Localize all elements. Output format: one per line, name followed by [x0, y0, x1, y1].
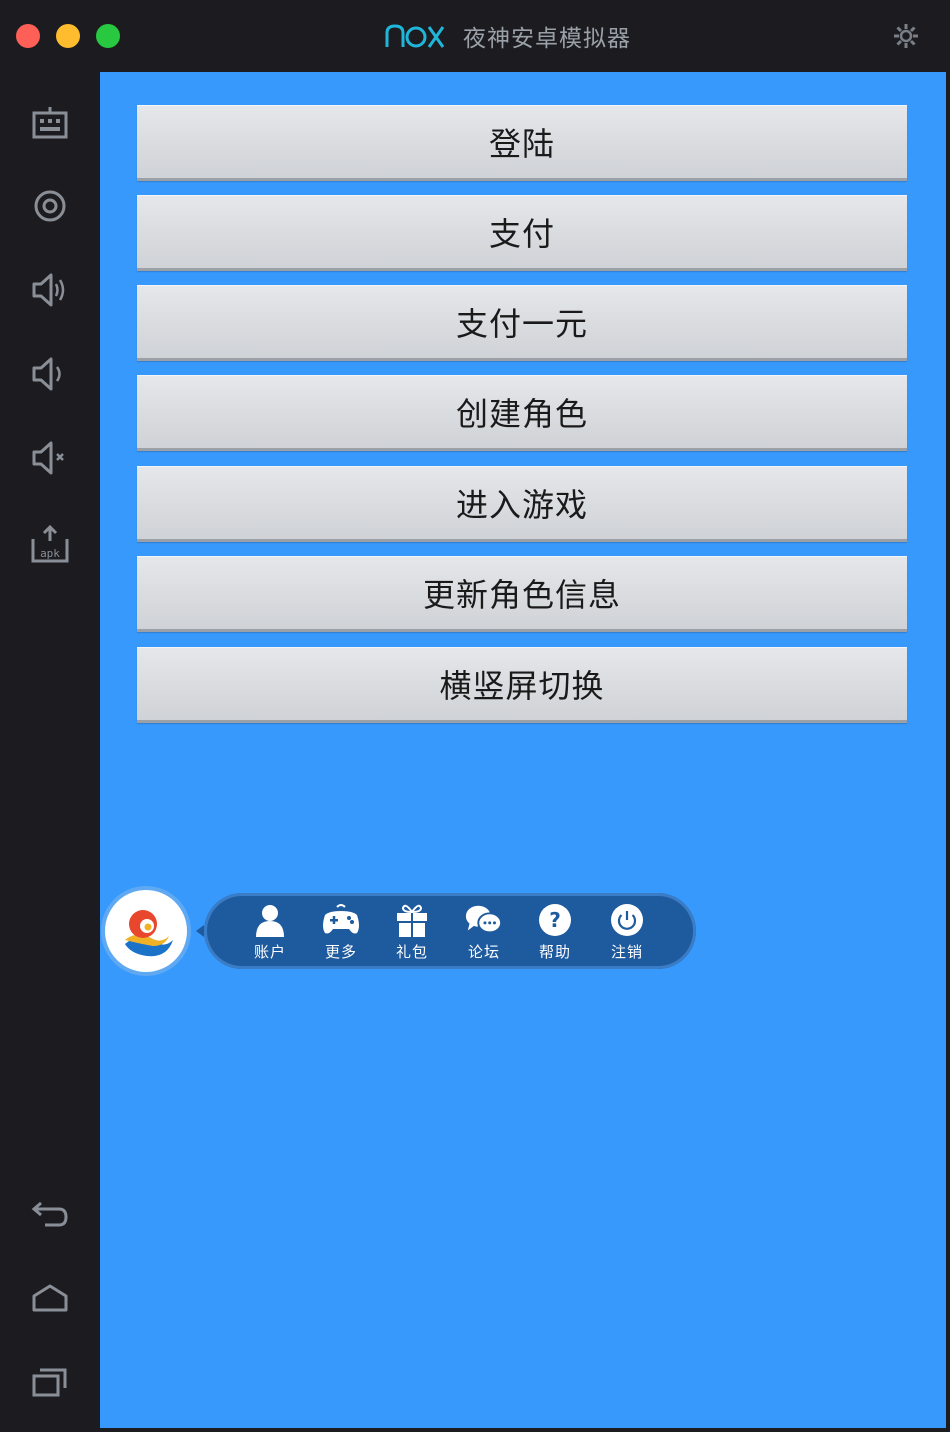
nox-logo — [385, 24, 445, 48]
gamepad-icon — [321, 901, 361, 939]
menu-forum-label: 论坛 — [467, 943, 500, 961]
close-window-button[interactable] — [16, 24, 40, 48]
menu-forum[interactable]: 论坛 — [454, 901, 514, 965]
emulator-sidebar: apk — [0, 72, 100, 1432]
recent-apps-icon[interactable] — [30, 1362, 70, 1402]
window-frame-bottom — [100, 1428, 950, 1432]
location-icon[interactable] — [30, 186, 70, 226]
home-icon[interactable] — [30, 1278, 70, 1318]
create-role-button[interactable]: 创建角色 — [137, 375, 907, 451]
menu-logout[interactable]: 注销 — [597, 901, 657, 965]
menu-more-label: 更多 — [324, 943, 357, 961]
update-role-info-button[interactable]: 更新角色信息 — [137, 556, 907, 632]
floating-sdk-button[interactable] — [105, 890, 187, 972]
maximize-window-button[interactable] — [96, 24, 120, 48]
pay-one-yuan-button[interactable]: 支付一元 — [137, 285, 907, 361]
menu-help[interactable]: ? 帮助 — [525, 901, 585, 965]
svg-text:?: ? — [549, 908, 561, 932]
app-brand: 夜神安卓模拟器 — [385, 18, 631, 54]
menu-more[interactable]: 更多 — [311, 901, 371, 965]
login-button[interactable]: 登陆 — [137, 105, 907, 181]
menu-account-label: 账户 — [253, 943, 286, 961]
settings-gear-icon[interactable] — [892, 22, 920, 50]
help-icon: ? — [535, 901, 575, 939]
window-frame-right — [946, 72, 950, 1432]
menu-logout-label: 注销 — [610, 943, 643, 961]
menu-account[interactable]: 账户 — [240, 901, 300, 965]
mute-icon[interactable] — [30, 438, 70, 478]
minimize-window-button[interactable] — [56, 24, 80, 48]
menu-gift-label: 礼包 — [395, 943, 428, 961]
gift-icon — [392, 901, 432, 939]
power-icon — [607, 901, 647, 939]
window-titlebar: 夜神安卓模拟器 — [0, 0, 950, 72]
back-icon[interactable] — [30, 1194, 70, 1234]
floating-sdk-menu: 账户 更多 礼包 论坛 ? 帮助 注销 — [196, 893, 696, 969]
switch-orientation-button[interactable]: 横竖屏切换 — [137, 647, 907, 723]
apk-install-icon[interactable]: apk — [30, 524, 70, 564]
volume-up-icon[interactable] — [30, 270, 70, 310]
volume-down-icon[interactable] — [30, 354, 70, 394]
app-title: 夜神安卓模拟器 — [463, 26, 631, 52]
emulator-screen: 登陆 支付 支付一元 创建角色 进入游戏 更新角色信息 横竖屏切换 账户 更多 … — [100, 72, 946, 1428]
chat-bubbles-icon — [464, 901, 504, 939]
keyboard-icon[interactable] — [30, 104, 70, 144]
pay-button[interactable]: 支付 — [137, 195, 907, 271]
sdk-logo-icon — [125, 910, 173, 957]
enter-game-button[interactable]: 进入游戏 — [137, 466, 907, 542]
menu-help-label: 帮助 — [538, 943, 571, 961]
svg-text:apk: apk — [40, 547, 60, 560]
user-icon — [250, 901, 290, 939]
menu-gift[interactable]: 礼包 — [382, 901, 442, 965]
